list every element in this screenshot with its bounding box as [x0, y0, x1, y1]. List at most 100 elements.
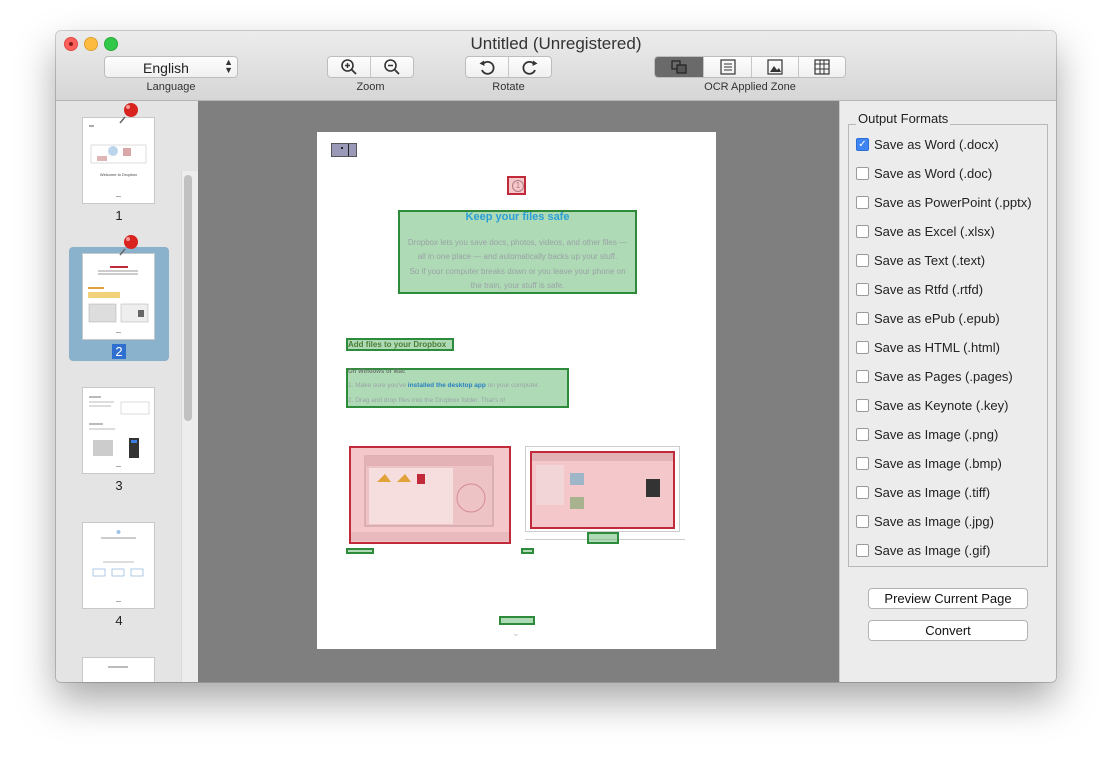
ocr-zone-mixed[interactable]: [331, 143, 357, 157]
sidebar-scrollbar[interactable]: [184, 175, 192, 421]
rotate-segmented-control: [465, 56, 552, 78]
format-checkbox[interactable]: [856, 311, 869, 325]
ocr-zone-image[interactable]: 1: [507, 176, 526, 195]
ocr-zone-text[interactable]: [499, 616, 535, 625]
zoom-out-button[interactable]: [371, 57, 413, 77]
page-preview: [89, 396, 150, 467]
format-checkbox[interactable]: [856, 514, 869, 528]
format-checkbox[interactable]: [856, 369, 869, 383]
page-number: 1: [115, 208, 123, 223]
format-option[interactable]: Save as PowerPoint (.pptx): [856, 193, 1032, 211]
document-page[interactable]: 1 Keep your files safe Dropbox lets you …: [317, 132, 716, 649]
rotate-right-button[interactable]: [509, 57, 551, 77]
format-option[interactable]: Save as HTML (.html): [856, 338, 1000, 356]
document-preview-area: 1 Keep your files safe Dropbox lets you …: [198, 101, 839, 682]
zoom-segmented-control: [327, 56, 414, 78]
document-heading: Keep your files safe: [465, 211, 570, 223]
step-line: 1. Make sure you've installed the deskto…: [348, 382, 540, 389]
format-checkbox[interactable]: [856, 253, 869, 267]
output-formats-title: Output Formats: [856, 111, 951, 126]
screenshot-illustration: [351, 455, 509, 541]
ocr-zone-text[interactable]: [587, 532, 619, 544]
format-option[interactable]: Save as Text (.text): [856, 251, 985, 269]
format-option[interactable]: Save as Keynote (.key): [856, 396, 1008, 414]
page-thumbnail-item[interactable]: 3: [69, 371, 169, 496]
zone-mixed-icon: [671, 60, 687, 74]
format-checkbox[interactable]: [856, 398, 869, 412]
install-link[interactable]: installed the desktop app: [408, 382, 486, 389]
ocr-zone-image[interactable]: [349, 446, 511, 544]
body-line: Dropbox lets you save docs, photos, vide…: [407, 238, 628, 247]
format-checkbox[interactable]: [856, 543, 869, 557]
zoom-in-icon: [341, 59, 357, 75]
format-option[interactable]: Save as Image (.bmp): [856, 454, 1002, 472]
zone-table-button[interactable]: [799, 57, 845, 77]
format-option[interactable]: Save as Pages (.pages): [856, 367, 1013, 385]
step-line: 2. Drag and drop files into the Dropbox …: [348, 397, 506, 404]
pushpin-icon: [119, 103, 138, 124]
page-thumbnail: Welcome to Dropbox: [83, 118, 154, 203]
updown-chevron-icon: ▲ ▼: [224, 57, 233, 75]
page-thumbnail-item[interactable]: [69, 641, 169, 682]
zone-image-icon: [767, 59, 783, 75]
format-label: Save as HTML (.html): [874, 339, 1000, 355]
format-option[interactable]: Save as ePub (.epub): [856, 309, 1000, 327]
section-title: On Windows or Mac: [348, 369, 406, 375]
ocr-zone-image[interactable]: [530, 451, 675, 529]
format-checkbox[interactable]: ✓: [856, 137, 869, 151]
page-number: 4: [115, 613, 123, 628]
format-option[interactable]: Save as Word (.doc): [856, 164, 992, 182]
format-checkbox[interactable]: [856, 485, 869, 499]
rotate-left-icon: [479, 60, 495, 75]
page-badge: 1: [512, 180, 524, 192]
format-checkbox[interactable]: [856, 282, 869, 296]
page-thumbnail-item[interactable]: 4: [69, 506, 169, 631]
ocr-zone-text[interactable]: [521, 548, 534, 554]
format-label: Save as Text (.text): [874, 252, 986, 268]
page-thumbnail: [83, 388, 154, 473]
format-option[interactable]: Save as Image (.tiff): [856, 483, 990, 501]
ocr-zone-text[interactable]: [346, 548, 374, 554]
zoom-in-button[interactable]: [328, 57, 371, 77]
format-label: Save as Image (.tiff): [874, 484, 991, 500]
page-thumbnail: [83, 658, 154, 682]
zone-mixed-button[interactable]: [655, 57, 704, 77]
format-option[interactable]: Save as Image (.gif): [856, 541, 990, 559]
format-checkbox[interactable]: [856, 224, 869, 238]
format-checkbox[interactable]: [856, 456, 869, 470]
page-thumbnail-item-selected[interactable]: 2: [69, 235, 169, 361]
rotate-right-icon: [522, 60, 538, 75]
format-label: Save as Image (.gif): [874, 542, 991, 558]
screenshot-illustration: [532, 453, 673, 509]
format-checkbox[interactable]: [856, 340, 869, 354]
ocr-zone-segmented-control: [654, 56, 846, 78]
page-thumbnail-item[interactable]: Welcome to Dropbox 1: [69, 101, 169, 226]
convert-button[interactable]: Convert: [868, 620, 1028, 641]
format-label: Save as Word (.docx): [874, 136, 999, 152]
output-formats-panel: Output Formats ✓ Save as Word (.docx) Save…: [839, 101, 1056, 682]
format-checkbox[interactable]: [856, 427, 869, 441]
format-label: Save as Excel (.xlsx): [874, 223, 995, 239]
body-line: So if your computer breaks down or you l…: [409, 267, 626, 276]
rotate-left-button[interactable]: [466, 57, 509, 77]
format-checkbox[interactable]: [856, 166, 869, 180]
format-option[interactable]: Save as Image (.png): [856, 425, 998, 443]
format-option[interactable]: Save as Image (.jpg): [856, 512, 994, 530]
rotate-label: Rotate: [492, 81, 525, 93]
format-option[interactable]: ✓ Save as Word (.docx): [856, 135, 999, 153]
page-preview: Welcome to Dropbox: [89, 125, 147, 197]
preview-current-page-button[interactable]: Preview Current Page: [868, 588, 1028, 609]
body-line: the train, your stuff is safe.: [470, 281, 565, 290]
language-label: Language: [146, 81, 196, 93]
format-label: Save as Keynote (.key): [874, 397, 1009, 413]
format-option[interactable]: Save as Rtfd (.rtfd): [856, 280, 983, 298]
format-option[interactable]: Save as Excel (.xlsx): [856, 222, 995, 240]
format-label: Save as Image (.png): [874, 426, 999, 442]
language-select[interactable]: English ▲ ▼: [104, 56, 238, 78]
format-checkbox[interactable]: [856, 195, 869, 209]
zone-image-button[interactable]: [752, 57, 799, 77]
chevron-down-icon: ⌄: [512, 628, 520, 638]
page-thumbnail: [83, 523, 154, 608]
zone-text-button[interactable]: [704, 57, 752, 77]
zone-marker: [348, 144, 349, 156]
